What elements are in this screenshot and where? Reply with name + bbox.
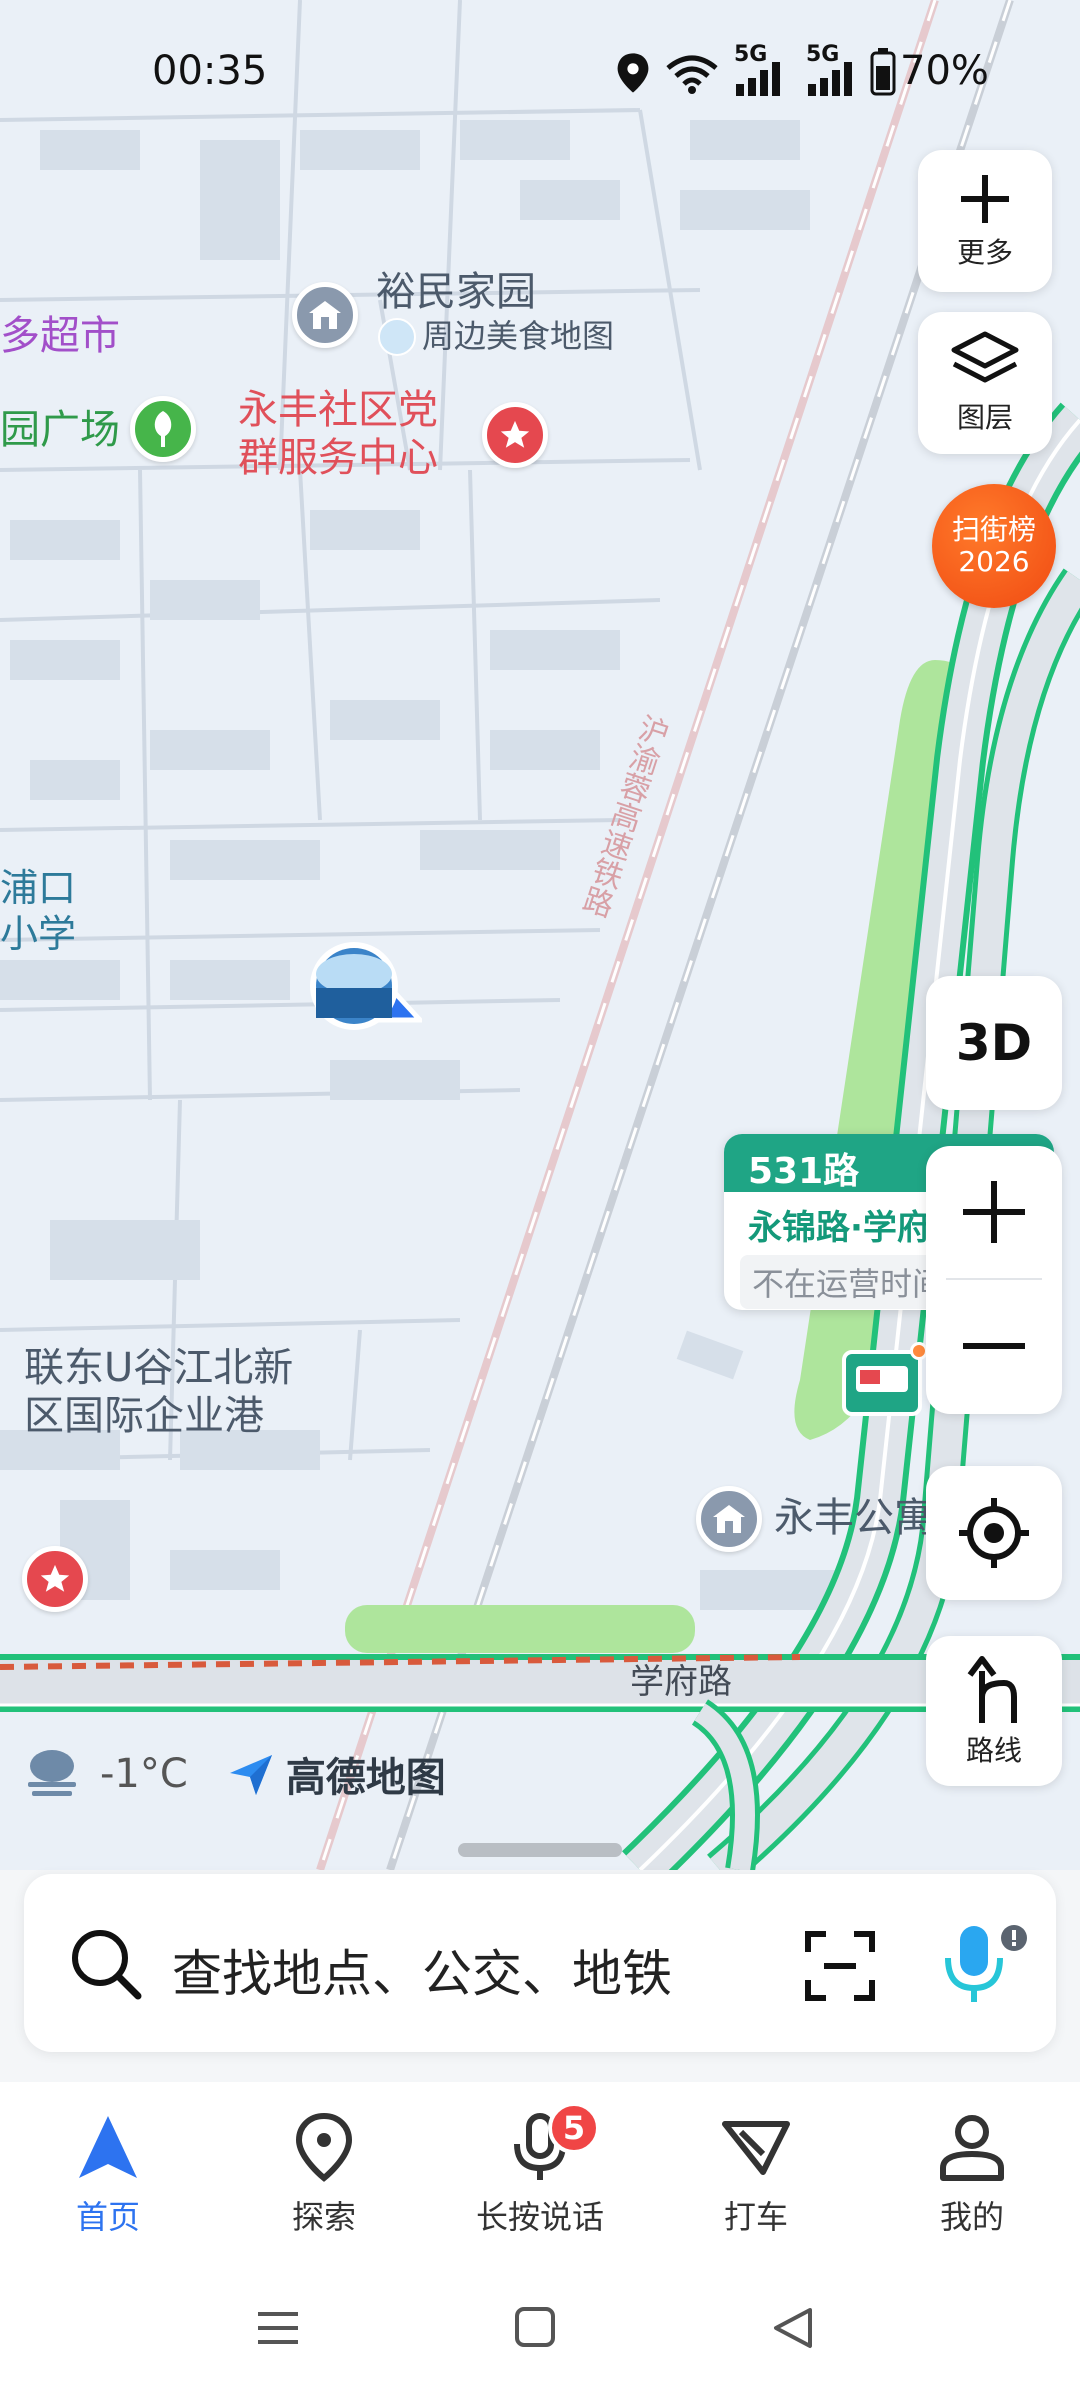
- weather-bar[interactable]: -1°C 高德地图: [22, 1744, 446, 1804]
- map-base-layer: [0, 0, 1080, 1870]
- poi-party-center-line1[interactable]: 永丰社区党: [238, 388, 438, 432]
- navigation-arrow-icon: [79, 2116, 137, 2178]
- route-button[interactable]: 路线: [926, 1636, 1062, 1786]
- poi-school-line1[interactable]: 浦口: [0, 867, 76, 910]
- location-arrow-icon: [310, 942, 426, 1030]
- user-location-marker[interactable]: [302, 938, 426, 1038]
- weather-temp: -1°C: [100, 1751, 188, 1797]
- poi-business-line1[interactable]: 联东U谷江北新: [24, 1346, 293, 1390]
- scan-badge-line2: 2026: [958, 545, 1030, 578]
- layers-label: 图层: [956, 401, 1013, 434]
- fog-cloud-icon: [28, 1750, 76, 1796]
- apartment-icon[interactable]: [696, 1486, 762, 1552]
- location-icon: [617, 53, 649, 93]
- tab-taxi[interactable]: 打车: [656, 2112, 856, 2238]
- location-pin-icon: [295, 2112, 353, 2182]
- star-icon[interactable]: [482, 402, 548, 468]
- road-label: 学府路: [630, 1662, 732, 1702]
- poi-school-line2[interactable]: 小学: [0, 913, 76, 956]
- map-brand: 高德地图: [285, 1755, 446, 1801]
- layers-icon: [951, 331, 1019, 383]
- route-label: 路线: [965, 1734, 1022, 1767]
- tab-voice[interactable]: 5 长按说话: [440, 2102, 640, 2238]
- zoom-control: [926, 1146, 1062, 1414]
- route-turn-icon: [967, 1656, 1017, 1723]
- tab-profile-label: 我的: [939, 2198, 1004, 2236]
- park-icon[interactable]: [130, 396, 196, 462]
- bus-stop-icon[interactable]: [842, 1342, 928, 1416]
- signal-icon: [736, 62, 780, 96]
- poi-residence-label[interactable]: 裕民家园: [376, 270, 536, 314]
- system-nav-bar: [0, 2262, 1080, 2400]
- poi-plaza-label[interactable]: 园广场: [0, 408, 120, 452]
- locate-button[interactable]: [926, 1466, 1062, 1600]
- more-label: 更多: [956, 236, 1013, 269]
- search-icon: [72, 1930, 142, 2000]
- poi-apartment-label[interactable]: 永丰公寓: [774, 1496, 934, 1540]
- status-bar: 00:35 5G 5G 70%: [0, 40, 1080, 110]
- voice-mic-icon[interactable]: [934, 1922, 1030, 2012]
- search-placeholder: 查找地点、公交、地铁: [172, 1945, 672, 2003]
- back-triangle-icon[interactable]: [772, 2306, 814, 2350]
- wifi-icon: [666, 55, 718, 94]
- layers-button[interactable]: 图层: [918, 312, 1052, 454]
- plus-icon: [961, 175, 1009, 223]
- more-button[interactable]: 更多: [918, 150, 1052, 292]
- zoom-in-button[interactable]: [926, 1146, 1062, 1278]
- poi-party-center-line2[interactable]: 群服务中心: [238, 436, 438, 480]
- tab-explore[interactable]: 探索: [224, 2112, 424, 2238]
- signal-icon: [808, 62, 852, 96]
- scan-badge-line1: 扫街榜: [951, 512, 1036, 546]
- food-map-chip[interactable]: 周边美食地图: [378, 318, 614, 356]
- bottom-tab-bar: 首页 探索 5 长按说话 打车 我的: [0, 2082, 1080, 2262]
- view-3d-button[interactable]: 3D: [926, 976, 1062, 1110]
- tab-profile[interactable]: 我的: [872, 2112, 1072, 2238]
- menu-icon[interactable]: [256, 2306, 300, 2350]
- poi-business-line2[interactable]: 区国际企业港: [24, 1394, 264, 1438]
- food-map-label: 周边美食地图: [422, 317, 615, 356]
- taxi-flag-icon: [722, 2121, 790, 2175]
- battery-percent: 70%: [900, 48, 989, 94]
- sheet-drag-handle[interactable]: [458, 1843, 622, 1857]
- tab-voice-label: 长按说话: [475, 2198, 604, 2236]
- scan-ranking-badge[interactable]: 扫街榜 2026: [932, 484, 1056, 608]
- minus-icon: [963, 1343, 1025, 1349]
- tab-home[interactable]: 首页: [8, 2112, 208, 2238]
- star-icon[interactable]: [22, 1546, 88, 1612]
- voice-badge: 5: [548, 2102, 600, 2154]
- tab-explore-label: 探索: [291, 2198, 356, 2236]
- battery-icon: [870, 48, 896, 96]
- view-3d-label: 3D: [955, 1014, 1033, 1072]
- locate-target-icon: [959, 1498, 1029, 1568]
- map-view[interactable]: 多超市 园广场 裕民家园 周边美食地图 永丰社区党 群服务中心 沪渝蓉高速铁路 …: [0, 0, 1080, 1870]
- plus-icon: [963, 1181, 1025, 1243]
- scan-icon[interactable]: [804, 1930, 876, 2002]
- poi-supermarket-label[interactable]: 多超市: [0, 314, 120, 358]
- status-time: 00:35: [152, 48, 268, 94]
- search-bar[interactable]: 查找地点、公交、地铁: [24, 1874, 1056, 2052]
- tab-home-label: 首页: [75, 2198, 140, 2236]
- ai-avatar-icon: [378, 318, 416, 356]
- amap-logo-icon: [229, 1755, 272, 1795]
- residence-icon[interactable]: [292, 282, 358, 348]
- home-square-icon[interactable]: [514, 2306, 556, 2348]
- zoom-out-button[interactable]: [926, 1280, 1062, 1412]
- person-icon: [940, 2115, 1004, 2181]
- tab-taxi-label: 打车: [723, 2198, 788, 2236]
